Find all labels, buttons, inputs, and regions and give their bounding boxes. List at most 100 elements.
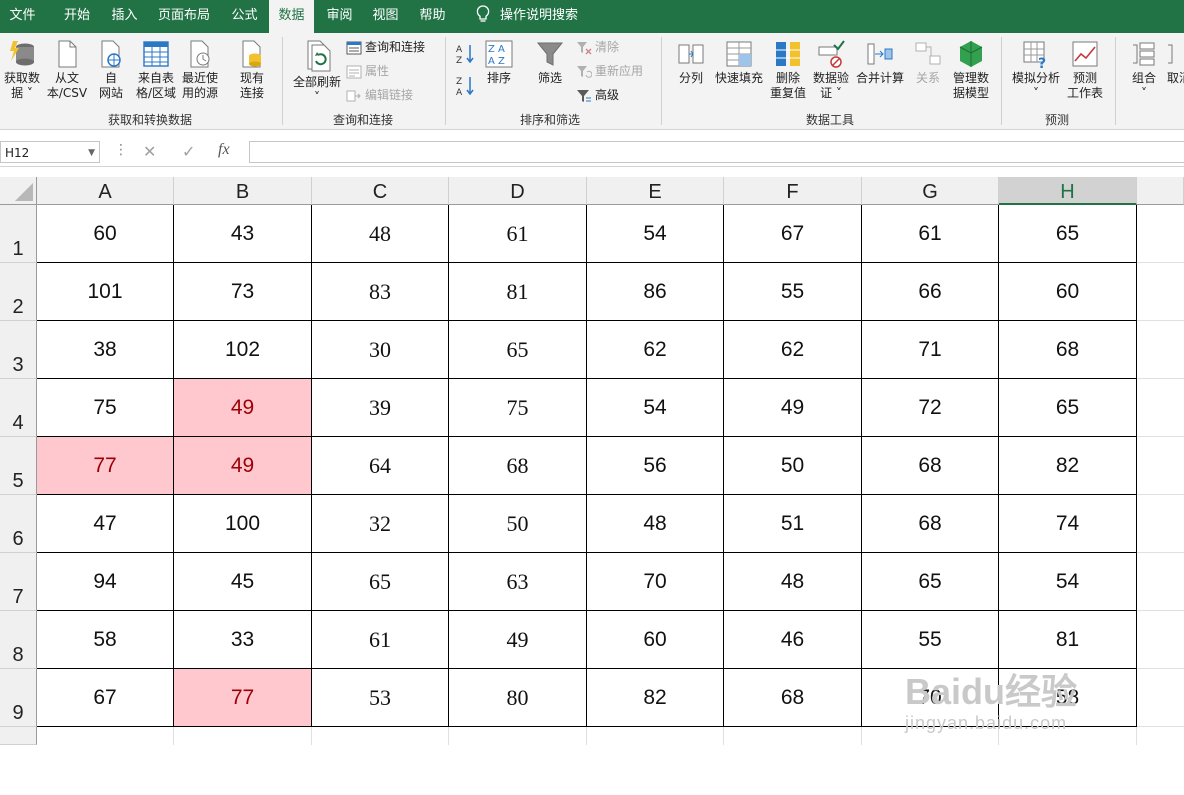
data-validation-button[interactable]: 数据验 证 ˅	[810, 39, 852, 101]
cell-g1[interactable]: 61	[862, 205, 999, 263]
cell-d4[interactable]: 75	[449, 379, 587, 437]
empty-cell[interactable]	[1137, 437, 1184, 495]
cell-b2[interactable]: 73	[174, 263, 312, 321]
tab-formulas[interactable]: 公式	[222, 0, 267, 33]
vertical-ellipsis-icon[interactable]: ⋮	[114, 142, 128, 158]
row-header-10[interactable]	[0, 727, 37, 745]
cell-h6[interactable]: 74	[999, 495, 1137, 553]
cell-c5[interactable]: 64	[312, 437, 449, 495]
cell-f8[interactable]: 46	[724, 611, 862, 669]
flash-fill-button[interactable]: 快速填充	[712, 39, 766, 86]
tab-file[interactable]: 文件	[0, 0, 45, 33]
cell-b7[interactable]: 45	[174, 553, 312, 611]
cell-d2[interactable]: 81	[449, 263, 587, 321]
empty-cell[interactable]	[587, 727, 724, 745]
cell-a3[interactable]: 38	[37, 321, 174, 379]
cell-d7[interactable]: 63	[449, 553, 587, 611]
row-header-2[interactable]: 2	[0, 263, 37, 321]
enter-icon[interactable]: ✓	[182, 142, 195, 161]
cell-b3[interactable]: 102	[174, 321, 312, 379]
cell-e1[interactable]: 54	[587, 205, 724, 263]
edit-links-button[interactable]: 编辑链接	[346, 86, 413, 104]
cell-g4[interactable]: 72	[862, 379, 999, 437]
empty-cell[interactable]	[1137, 263, 1184, 321]
what-if-analysis-button[interactable]: ? 模拟分析 ˅	[1008, 39, 1064, 101]
column-header-d[interactable]: D	[449, 177, 587, 205]
cell-g2[interactable]: 66	[862, 263, 999, 321]
tab-help[interactable]: 帮助	[410, 0, 455, 33]
cell-f1[interactable]: 67	[724, 205, 862, 263]
cell-a7[interactable]: 94	[37, 553, 174, 611]
column-header-b[interactable]: B	[174, 177, 312, 205]
cell-a1[interactable]: 60	[37, 205, 174, 263]
row-header-1[interactable]: 1	[0, 205, 37, 263]
row-header-9[interactable]: 9	[0, 669, 37, 727]
cell-f6[interactable]: 51	[724, 495, 862, 553]
cell-e5[interactable]: 56	[587, 437, 724, 495]
chevron-down-icon[interactable]: ▼	[88, 142, 95, 164]
formula-input[interactable]	[249, 141, 1184, 163]
column-header-e[interactable]: E	[587, 177, 724, 205]
tab-view[interactable]: 视图	[363, 0, 408, 33]
insert-function-icon[interactable]: fx	[218, 141, 230, 159]
advanced-filter-button[interactable]: 高级	[576, 86, 619, 104]
select-all-corner[interactable]	[0, 177, 37, 205]
row-header-7[interactable]: 7	[0, 553, 37, 611]
sort-button[interactable]: Z A A Z 排序	[481, 39, 517, 86]
cell-b9[interactable]: 77	[174, 669, 312, 727]
cell-h2[interactable]: 60	[999, 263, 1137, 321]
cell-e9[interactable]: 82	[587, 669, 724, 727]
cell-g5[interactable]: 68	[862, 437, 999, 495]
cell-b8[interactable]: 33	[174, 611, 312, 669]
relationships-button[interactable]: 关系	[910, 39, 946, 86]
properties-button[interactable]: 属性	[346, 62, 389, 80]
get-data-button[interactable]: 获取数 据 ˅	[0, 39, 44, 101]
cell-b5[interactable]: 49	[174, 437, 312, 495]
column-header-c[interactable]: C	[312, 177, 449, 205]
tab-data[interactable]: 数据	[269, 0, 314, 33]
cell-d1[interactable]: 61	[449, 205, 587, 263]
empty-cell[interactable]	[174, 727, 312, 745]
recent-sources-button[interactable]: 最近使 用的源	[178, 39, 222, 101]
cell-b1[interactable]: 43	[174, 205, 312, 263]
empty-cell[interactable]	[1137, 553, 1184, 611]
tell-me-search[interactable]: 操作说明搜索	[467, 0, 587, 33]
cell-a9[interactable]: 67	[37, 669, 174, 727]
empty-cell[interactable]	[1137, 669, 1184, 727]
cell-c4[interactable]: 39	[312, 379, 449, 437]
cell-g7[interactable]: 65	[862, 553, 999, 611]
empty-cell[interactable]	[1137, 205, 1184, 263]
cell-g8[interactable]: 55	[862, 611, 999, 669]
remove-duplicates-button[interactable]: 删除 重复值	[766, 39, 810, 101]
existing-connections-button[interactable]: 现有 连接	[232, 39, 272, 101]
from-table-range-button[interactable]: 来自表 格/区域	[134, 39, 178, 101]
cell-d9[interactable]: 80	[449, 669, 587, 727]
cell-c1[interactable]: 48	[312, 205, 449, 263]
cell-f5[interactable]: 50	[724, 437, 862, 495]
cell-c9[interactable]: 53	[312, 669, 449, 727]
refresh-all-button[interactable]: 全部刷新 ˅	[288, 39, 346, 105]
row-header-5[interactable]: 5	[0, 437, 37, 495]
cell-c8[interactable]: 61	[312, 611, 449, 669]
from-text-csv-button[interactable]: 从文 本/CSV	[44, 39, 90, 101]
cell-b4[interactable]: 49	[174, 379, 312, 437]
ungroup-button[interactable]: 取消	[1164, 39, 1184, 86]
empty-cell[interactable]	[1137, 321, 1184, 379]
cell-a4[interactable]: 75	[37, 379, 174, 437]
text-to-columns-button[interactable]: 分列	[670, 39, 712, 86]
column-header-overflow[interactable]	[1137, 177, 1184, 205]
empty-cell[interactable]	[724, 727, 862, 745]
cell-d6[interactable]: 50	[449, 495, 587, 553]
cell-f3[interactable]: 62	[724, 321, 862, 379]
cell-h8[interactable]: 81	[999, 611, 1137, 669]
row-header-4[interactable]: 4	[0, 379, 37, 437]
forecast-sheet-button[interactable]: 预测 工作表	[1064, 39, 1106, 101]
column-header-a[interactable]: A	[37, 177, 174, 205]
row-header-8[interactable]: 8	[0, 611, 37, 669]
consolidate-button[interactable]: 合并计算	[854, 39, 906, 86]
cell-f2[interactable]: 55	[724, 263, 862, 321]
cell-f7[interactable]: 48	[724, 553, 862, 611]
row-header-3[interactable]: 3	[0, 321, 37, 379]
sort-ascending-button[interactable]: A Z	[453, 43, 479, 67]
empty-cell[interactable]	[37, 727, 174, 745]
